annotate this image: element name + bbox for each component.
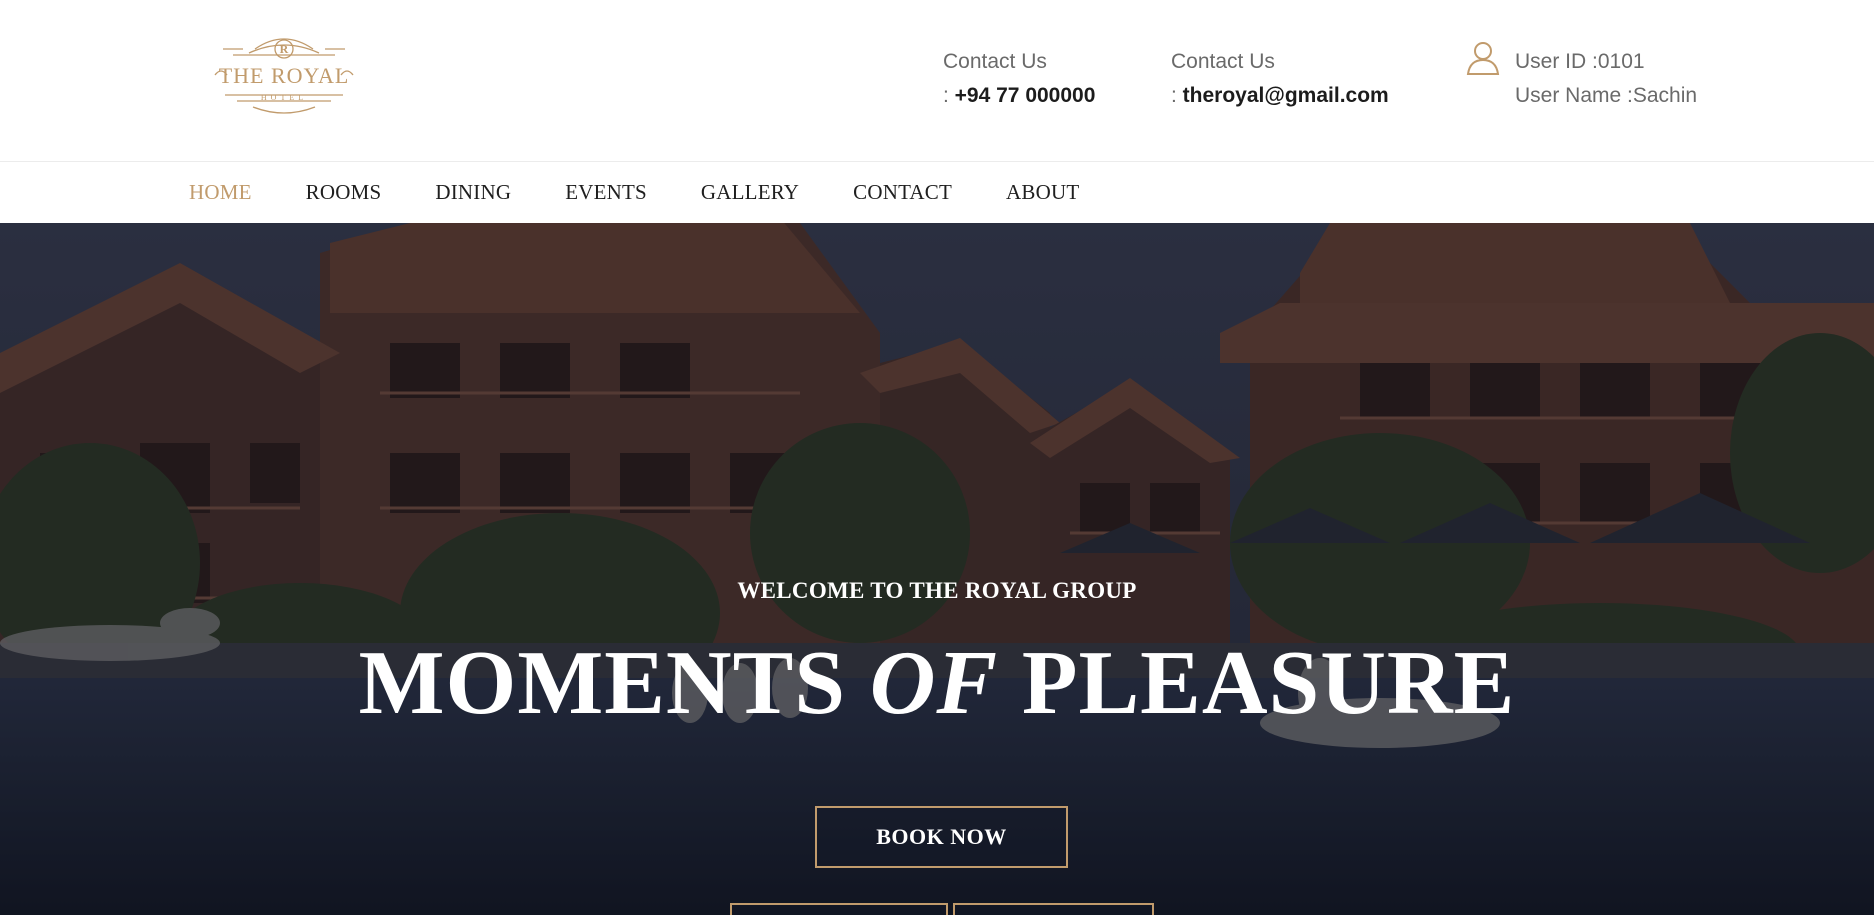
hero-banner: WELCOME TO THE ROYAL GROUP MOMENTS OF PL…	[0, 223, 1874, 915]
nav-contact[interactable]: CONTACT	[853, 180, 952, 205]
hero-title: MOMENTS OF PLEASURE	[0, 633, 1874, 733]
hero-title-part1: MOMENTS	[358, 632, 870, 733]
contact-email-address[interactable]: theroyal@gmail.com	[1183, 84, 1389, 107]
site-header: R THE ROYAL HOTEL Contact Us : +94 77 00…	[0, 0, 1874, 162]
contact-phone: Contact Us : +94 77 000000	[943, 45, 1095, 113]
book-now-button[interactable]: BOOK NOW	[815, 806, 1068, 868]
user-name: User Name :Sachin	[1515, 84, 1698, 107]
hero-subtitle: WELCOME TO THE ROYAL GROUP	[737, 578, 1137, 603]
user-info: User ID :0101 User Name :Sachin	[1515, 45, 1697, 113]
contact-email-prefix: :	[1171, 84, 1183, 107]
main-nav: HOME ROOMS DINING EVENTS GALLERY CONTACT…	[0, 162, 1874, 223]
nav-gallery[interactable]: GALLERY	[701, 180, 799, 205]
the-royal-hotel-logo[interactable]: R THE ROYAL HOTEL	[203, 27, 365, 122]
nav-rooms[interactable]: ROOMS	[306, 180, 382, 205]
hero-secondary-button-left[interactable]	[730, 903, 948, 915]
contact-phone-label: Contact Us	[943, 50, 1047, 73]
contact-phone-number[interactable]: +94 77 000000	[955, 84, 1096, 107]
hero-title-italic: OF	[869, 632, 999, 733]
user-id: User ID :0101	[1515, 50, 1645, 73]
hero-title-part2: PLEASURE	[998, 632, 1516, 733]
contact-email-label: Contact Us	[1171, 50, 1275, 73]
nav-dining[interactable]: DINING	[435, 180, 511, 205]
svg-text:R: R	[280, 42, 289, 56]
svg-text:THE ROYAL: THE ROYAL	[219, 63, 350, 88]
nav-about[interactable]: ABOUT	[1006, 180, 1079, 205]
svg-text:HOTEL: HOTEL	[261, 93, 307, 102]
contact-phone-prefix: :	[943, 84, 955, 107]
contact-email: Contact Us : theroyal@gmail.com	[1171, 45, 1389, 113]
user-icon[interactable]	[1466, 40, 1500, 76]
nav-home[interactable]: HOME	[189, 180, 252, 205]
nav-events[interactable]: EVENTS	[565, 180, 647, 205]
hero-secondary-button-right[interactable]	[953, 903, 1154, 915]
